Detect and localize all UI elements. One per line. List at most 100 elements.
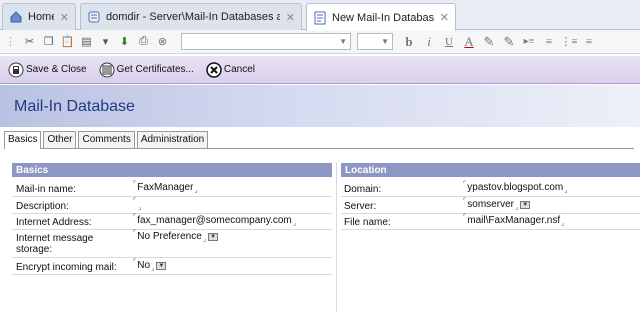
new-icon[interactable]: ▾ bbox=[97, 33, 114, 50]
form-banner: Mail-In Database bbox=[0, 85, 640, 127]
domain-value: ypastov.blogspot.com bbox=[467, 182, 564, 193]
highlight-button[interactable]: ✎ bbox=[479, 34, 499, 50]
get-certificates-button[interactable]: Get Certificates... bbox=[99, 62, 194, 78]
chevron-down-icon: ▼ bbox=[381, 37, 389, 46]
file-name-field[interactable]: ⌜ mail\FaxManager.nsf ⌟ bbox=[463, 214, 564, 227]
encrypt-incoming-mail-label: Encrypt incoming mail: bbox=[16, 262, 117, 273]
tab-administration[interactable]: Administration bbox=[136, 131, 209, 148]
domain-field[interactable]: ⌜ ypastov.blogspot.com ⌟ bbox=[463, 181, 568, 194]
server-field[interactable]: ⌜ somserver ⌟ ▼ bbox=[463, 198, 531, 211]
stop-icon[interactable]: ⊗ bbox=[154, 33, 171, 50]
internet-address-field[interactable]: ⌜ fax_manager@somecompany.com ⌟ bbox=[133, 214, 296, 227]
tab-comments[interactable]: Comments bbox=[78, 131, 135, 148]
internet-message-storage-field[interactable]: ⌜ No Preference ⌟ ▼ bbox=[133, 230, 219, 243]
file-name-value: mail\FaxManager.nsf bbox=[467, 215, 561, 226]
column-divider bbox=[336, 163, 337, 312]
toolbar-grip-icon: ⋮ bbox=[5, 36, 16, 48]
field-bracket-close: ⌟ bbox=[194, 187, 198, 194]
bold-button[interactable]: b bbox=[399, 34, 419, 50]
field-bracket-close: ⌟ bbox=[151, 265, 155, 272]
field-bracket-close: ⌟ bbox=[292, 220, 297, 227]
field-bracket-close: ⌟ bbox=[138, 204, 142, 211]
download-icon[interactable]: ⬇ bbox=[116, 33, 133, 50]
field-bracket-open: ⌜ bbox=[133, 259, 137, 266]
save-close-button[interactable]: Save & Close bbox=[8, 62, 87, 78]
field-bracket-open: ⌜ bbox=[133, 230, 137, 237]
file-name-label: File name: bbox=[344, 217, 391, 228]
divider bbox=[341, 196, 640, 197]
copy-icon[interactable]: ❐ bbox=[40, 33, 57, 50]
dropdown-button[interactable]: ▼ bbox=[208, 232, 219, 241]
tab-other[interactable]: Other bbox=[43, 131, 77, 148]
field-bracket-open: ⌜ bbox=[463, 181, 467, 188]
field-bracket-close: ⌟ bbox=[564, 187, 568, 194]
action-label: Get Certificates... bbox=[116, 64, 194, 75]
cancel-button[interactable]: Cancel bbox=[206, 61, 255, 78]
divider bbox=[12, 196, 332, 197]
domain-label: Domain: bbox=[344, 184, 382, 195]
server-label: Server: bbox=[344, 201, 377, 212]
tab-basics[interactable]: Basics bbox=[4, 131, 42, 149]
font-size-select[interactable]: ▼ bbox=[357, 33, 393, 50]
action-label: Cancel bbox=[223, 64, 255, 75]
underline-button[interactable]: U bbox=[439, 36, 459, 48]
print-icon[interactable]: ⎙ bbox=[135, 33, 152, 50]
database-icon bbox=[88, 11, 100, 23]
basics-section-header: Basics bbox=[12, 163, 332, 177]
form-tabs: Basics Other Comments Administration bbox=[4, 131, 634, 149]
description-field[interactable]: ⌜ ⌟ bbox=[133, 198, 142, 211]
tab-label: domdir - Server\Mail-In Databases an... bbox=[106, 11, 280, 23]
cancel-icon bbox=[206, 61, 222, 78]
tab-domdir[interactable]: domdir - Server\Mail-In Databases an... … bbox=[80, 3, 302, 30]
chevron-down-icon: ▼ bbox=[339, 37, 347, 46]
close-icon[interactable]: ✕ bbox=[60, 11, 69, 24]
dropdown-button[interactable]: ▼ bbox=[520, 200, 531, 209]
encrypt-incoming-mail-field[interactable]: ⌜ No ⌟ ▼ bbox=[133, 259, 167, 272]
mail-in-name-value: FaxManager bbox=[137, 182, 194, 193]
field-bracket-open: ⌜ bbox=[463, 214, 467, 221]
mail-in-name-field[interactable]: ⌜ FaxManager ⌟ bbox=[133, 181, 198, 194]
mail-in-name-label: Mail-in name: bbox=[16, 184, 77, 195]
internet-address-value: fax_manager@somecompany.com bbox=[137, 215, 292, 226]
document-icon bbox=[314, 11, 326, 24]
tab-label: New Mail-In Database bbox=[332, 11, 434, 24]
location-section-header: Location bbox=[341, 163, 640, 177]
bullet-list-button[interactable]: ≡ bbox=[579, 36, 599, 48]
paste-special-icon[interactable]: ▤ bbox=[78, 33, 95, 50]
highlight-menu-button[interactable]: ✎ bbox=[499, 34, 519, 50]
font-select[interactable]: ▼ bbox=[181, 33, 351, 50]
indent-button[interactable]: ▸≡ bbox=[519, 36, 539, 47]
toolbar: ⋮ ✂ ❐ 📋 ▤ ▾ ⬇ ⎙ ⊗ ▼ ▼ b i U A ✎ ✎ ▸≡ ≡ ⋮… bbox=[0, 30, 640, 54]
text-color-button[interactable]: A bbox=[459, 34, 479, 50]
close-icon[interactable]: ✕ bbox=[286, 11, 295, 24]
field-bracket-close: ⌟ bbox=[514, 204, 519, 211]
action-label: Save & Close bbox=[26, 64, 87, 75]
action-bar: Save & Close Get Certificates... Cancel bbox=[0, 56, 640, 84]
tab-new-mail-in-database[interactable]: New Mail-In Database ✕ bbox=[306, 3, 456, 31]
certificate-icon bbox=[99, 62, 115, 77]
field-bracket-close: ⌟ bbox=[561, 220, 565, 227]
cut-icon[interactable]: ✂ bbox=[21, 33, 38, 50]
field-bracket-open: ⌜ bbox=[133, 181, 137, 188]
internet-address-label: Internet Address: bbox=[16, 217, 92, 228]
close-icon[interactable]: ✕ bbox=[440, 11, 449, 24]
page-title: Mail-In Database bbox=[14, 98, 135, 115]
encrypt-incoming-mail-value: No bbox=[137, 260, 151, 271]
tab-home[interactable]: Home ✕ bbox=[2, 3, 76, 30]
description-label: Description: bbox=[16, 201, 69, 212]
server-value: somserver bbox=[467, 199, 514, 210]
field-bracket-open: ⌜ bbox=[133, 214, 137, 221]
divider bbox=[12, 274, 332, 275]
field-bracket-close: ⌟ bbox=[202, 236, 207, 243]
numbered-list-button[interactable]: ⋮≡ bbox=[559, 35, 579, 48]
home-icon bbox=[10, 11, 22, 23]
italic-button[interactable]: i bbox=[419, 34, 439, 50]
paste-icon[interactable]: 📋 bbox=[59, 33, 76, 50]
internet-message-storage-value: No Preference bbox=[137, 231, 202, 242]
field-bracket-open: ⌜ bbox=[463, 198, 467, 205]
internet-message-storage-label: Internet message storage: bbox=[16, 233, 94, 255]
outdent-button[interactable]: ≡ bbox=[539, 36, 559, 48]
dropdown-button[interactable]: ▼ bbox=[156, 261, 167, 270]
field-bracket-open: ⌜ bbox=[133, 198, 137, 205]
divider bbox=[341, 229, 640, 230]
